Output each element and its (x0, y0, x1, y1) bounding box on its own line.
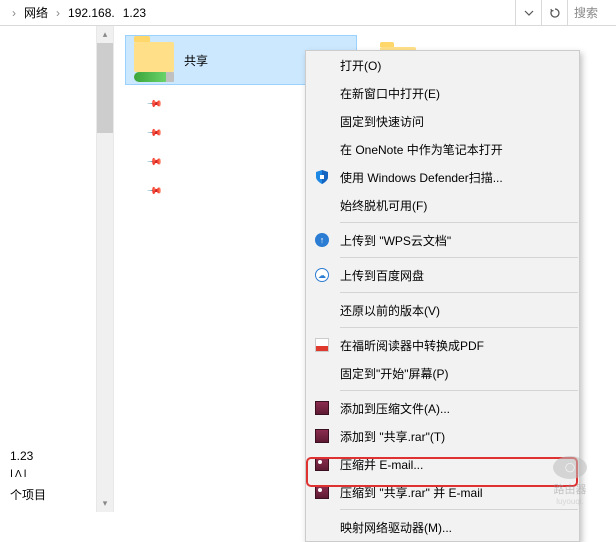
chevron-right-icon: › (52, 6, 64, 20)
menu-item-open-new-window[interactable]: 在新窗口中打开(E) (306, 79, 579, 107)
archive-icon (314, 428, 330, 444)
menu-item-pin-quick-access[interactable]: 固定到快速访问 (306, 107, 579, 135)
nav-bottom-section: 1.23 ⅠΛⅠ 个项目 (0, 440, 96, 512)
status-item-count: 个项目 (10, 483, 86, 506)
menu-separator (340, 222, 578, 223)
breadcrumb-seg-ip2[interactable]: 1.23 (119, 6, 150, 20)
shared-folder-icon (132, 40, 176, 80)
menu-item-upload-wps[interactable]: ↑ 上传到 "WPS云文档" (306, 226, 579, 254)
chevron-right-icon: › (8, 6, 20, 20)
context-menu: 打开(O) 在新窗口中打开(E) 固定到快速访问 在 OneNote 中作为笔记… (305, 50, 580, 542)
pdf-icon (314, 337, 330, 353)
menu-item-compress-email[interactable]: 压缩并 E-mail... (306, 450, 579, 478)
menu-separator (340, 390, 578, 391)
menu-item-open[interactable]: 打开(O) (306, 51, 579, 79)
address-buttons (516, 0, 568, 25)
menu-item-defender-scan[interactable]: 使用 Windows Defender扫描... (306, 163, 579, 191)
dropdown-history-button[interactable] (516, 0, 542, 25)
refresh-icon (549, 7, 561, 19)
menu-item-compress-share-email[interactable]: 压缩到 "共享.rar" 并 E-mail (306, 478, 579, 506)
nav-item-unknown[interactable]: ⅠΛⅠ (10, 466, 86, 483)
menu-item-map-network-drive[interactable]: 映射网络驱动器(M)... (306, 513, 579, 541)
breadcrumb-seg-ip1[interactable]: 192.168. (64, 6, 119, 20)
search-placeholder: 搜索 (574, 4, 598, 21)
search-input[interactable]: 搜索 (568, 0, 616, 25)
menu-separator (340, 257, 578, 258)
scroll-thumb[interactable] (97, 43, 113, 133)
chevron-down-icon (524, 8, 534, 18)
baidu-cloud-icon: ☁ (314, 267, 330, 283)
menu-item-pin-start[interactable]: 固定到"开始"屏幕(P) (306, 359, 579, 387)
scroll-track[interactable] (97, 133, 113, 495)
archive-icon (314, 400, 330, 416)
breadcrumb[interactable]: › 网络 › 192.168. 1.23 (0, 0, 516, 25)
nav-tree[interactable]: 📌 📌 📌 📌 📌 1.23 ⅠΛⅠ 个项目 (0, 26, 96, 512)
folder-label: 共享 (184, 52, 208, 69)
address-bar: › 网络 › 192.168. 1.23 搜索 (0, 0, 616, 26)
menu-item-open-onenote[interactable]: 在 OneNote 中作为笔记本打开 (306, 135, 579, 163)
cloud-upload-icon: ↑ (314, 232, 330, 248)
refresh-button[interactable] (542, 0, 568, 25)
menu-separator (340, 292, 578, 293)
menu-item-foxit-pdf[interactable]: 在福昕阅读器中转换成PDF (306, 331, 579, 359)
scroll-up-button[interactable]: ▴ (97, 26, 113, 43)
scroll-down-button[interactable]: ▾ (97, 495, 113, 512)
nav-item-ip[interactable]: 1.23 (10, 446, 86, 466)
menu-item-add-to-archive[interactable]: 添加到压缩文件(A)... (306, 394, 579, 422)
breadcrumb-seg-network[interactable]: 网络 (20, 4, 52, 21)
archive-email-icon (314, 484, 330, 500)
menu-item-upload-baidu[interactable]: ☁ 上传到百度网盘 (306, 261, 579, 289)
menu-separator (340, 509, 578, 510)
menu-item-always-offline[interactable]: 始终脱机可用(F) (306, 191, 579, 219)
menu-item-restore-previous[interactable]: 还原以前的版本(V) (306, 296, 579, 324)
menu-item-add-to-share-rar[interactable]: 添加到 "共享.rar"(T) (306, 422, 579, 450)
menu-separator (340, 327, 578, 328)
archive-email-icon (314, 456, 330, 472)
navigation-pane: 📌 📌 📌 📌 📌 1.23 ⅠΛⅠ 个项目 ▴ ▾ (0, 26, 114, 512)
shield-icon (314, 169, 330, 185)
nav-scrollbar[interactable]: ▴ ▾ (96, 26, 113, 512)
